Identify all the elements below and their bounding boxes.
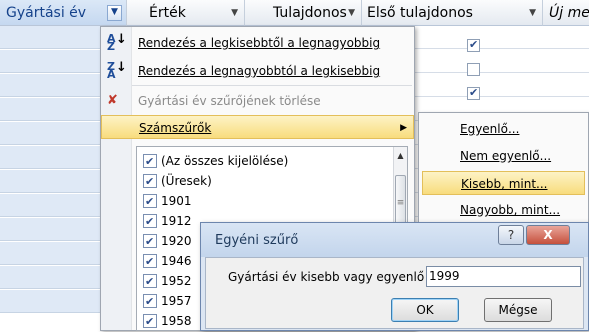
- filter-value-item[interactable]: 1901: [141, 191, 192, 212]
- submenu-less-than[interactable]: Kisebb, mint...: [422, 171, 585, 195]
- sort-ascending-icon: A Z ↓: [107, 32, 127, 53]
- submenu-greater-than[interactable]: Nagyobb, mint...: [422, 198, 585, 222]
- submenu-equals[interactable]: Egyenlő...: [422, 117, 585, 141]
- help-icon: ?: [507, 228, 515, 242]
- dialog-title: Egyéni szűrő: [215, 233, 299, 248]
- ok-button[interactable]: OK: [391, 298, 459, 322]
- custom-filter-dialog: Egyéni szűrő ? X Gyártási év kisebb vagy…: [200, 222, 589, 331]
- filter-value-label: 1946: [161, 254, 192, 268]
- column-header-label: Új me: [549, 5, 589, 21]
- checkbox[interactable]: [143, 252, 157, 272]
- filter-value-label: 1957: [161, 294, 192, 308]
- filter-value-item[interactable]: 1957: [141, 291, 192, 312]
- dropdown-arrow-icon[interactable]: ▼: [348, 0, 355, 25]
- filter-value-item[interactable]: 1958: [141, 311, 192, 332]
- first-owner-checkbox[interactable]: [467, 38, 480, 52]
- dropdown-arrow-icon[interactable]: ▼: [231, 0, 238, 25]
- column-header-new[interactable]: Új me: [543, 0, 589, 26]
- clear-filter-item[interactable]: ✘ Gyártási év szűrőjének törlése: [101, 89, 414, 113]
- close-button[interactable]: X: [526, 225, 570, 245]
- number-filters-submenu: Egyenlő... Nem egyenlő... Kisebb, mint..…: [418, 112, 589, 223]
- cancel-button[interactable]: Mégse: [484, 298, 552, 322]
- close-icon: X: [543, 228, 553, 242]
- filter-value-item[interactable]: 1920: [141, 231, 192, 252]
- dialog-body: Gyártási év kisebb vagy egyenlő 1999 OK …: [205, 257, 584, 329]
- clear-filter-icon: ✘: [107, 93, 118, 108]
- filter-value-label: 1912: [161, 214, 192, 228]
- dropdown-arrow-icon[interactable]: ▼: [529, 0, 536, 25]
- checkbox[interactable]: [143, 312, 157, 332]
- checkbox[interactable]: [143, 272, 157, 292]
- filter-value-item[interactable]: (Az összes kijelölése): [141, 151, 289, 172]
- number-filters-item[interactable]: Számszűrők ▶: [101, 115, 414, 139]
- sort-ascending-item[interactable]: A Z ↓ Rendezés a legkisebbtől a legnagyobb…: [101, 31, 414, 55]
- filter-value-label: 1952: [161, 274, 192, 288]
- filter-condition-label: Gyártási év kisebb vagy egyenlő: [228, 270, 425, 284]
- filter-value-input[interactable]: 1999: [426, 266, 581, 287]
- filter-value-item[interactable]: 1952: [141, 271, 192, 292]
- first-owner-checkbox[interactable]: [467, 63, 480, 76]
- checkbox[interactable]: [143, 152, 157, 172]
- submenu-not-equals[interactable]: Nem egyenlő...: [422, 144, 585, 168]
- checkbox[interactable]: [143, 292, 157, 312]
- dialog-titlebar[interactable]: Egyéni szűrő ? X: [201, 223, 588, 257]
- filter-value-item[interactable]: 1946: [141, 251, 192, 272]
- checkbox[interactable]: [143, 212, 157, 232]
- submenu-arrow-icon: ▶: [400, 123, 407, 133]
- column-header-label: Tulajdonos: [273, 5, 347, 21]
- filter-value-label: 1920: [161, 234, 192, 248]
- checkbox[interactable]: [143, 192, 157, 212]
- filter-value-label: 1958: [161, 314, 192, 328]
- column-header-owner[interactable]: Tulajdonos ▼: [245, 0, 362, 26]
- sort-descending-icon: Z A ↓: [107, 60, 127, 81]
- column-header-year[interactable]: Gyártási év ▼: [0, 0, 127, 26]
- filter-value-label: (Az összes kijelölése): [161, 154, 289, 168]
- filter-value-item[interactable]: (Üresek): [141, 171, 212, 192]
- column-header-label: Első tulajdonos: [367, 5, 473, 21]
- scroll-up-icon[interactable]: ▲: [394, 149, 407, 163]
- first-owner-checkbox[interactable]: [467, 86, 480, 100]
- sort-descending-item[interactable]: Z A ↓ Rendezés a legnagyobbtól a legkisebb…: [101, 59, 414, 83]
- help-button[interactable]: ?: [498, 225, 524, 245]
- filter-value-label: (Üresek): [161, 174, 212, 188]
- dropdown-arrow-icon[interactable]: ▼: [107, 5, 122, 21]
- filter-value-label: 1901: [161, 194, 192, 208]
- column-header-label: Gyártási év: [6, 5, 87, 21]
- checkbox[interactable]: [143, 172, 157, 192]
- column-header-label: Érték: [149, 5, 186, 21]
- menu-separator: [132, 85, 412, 86]
- column-header-value[interactable]: Érték ▼: [127, 0, 245, 26]
- column-header-first-owner[interactable]: Első tulajdonos ▼: [362, 0, 543, 26]
- checkbox[interactable]: [143, 232, 157, 252]
- filter-value-item[interactable]: 1912: [141, 211, 192, 232]
